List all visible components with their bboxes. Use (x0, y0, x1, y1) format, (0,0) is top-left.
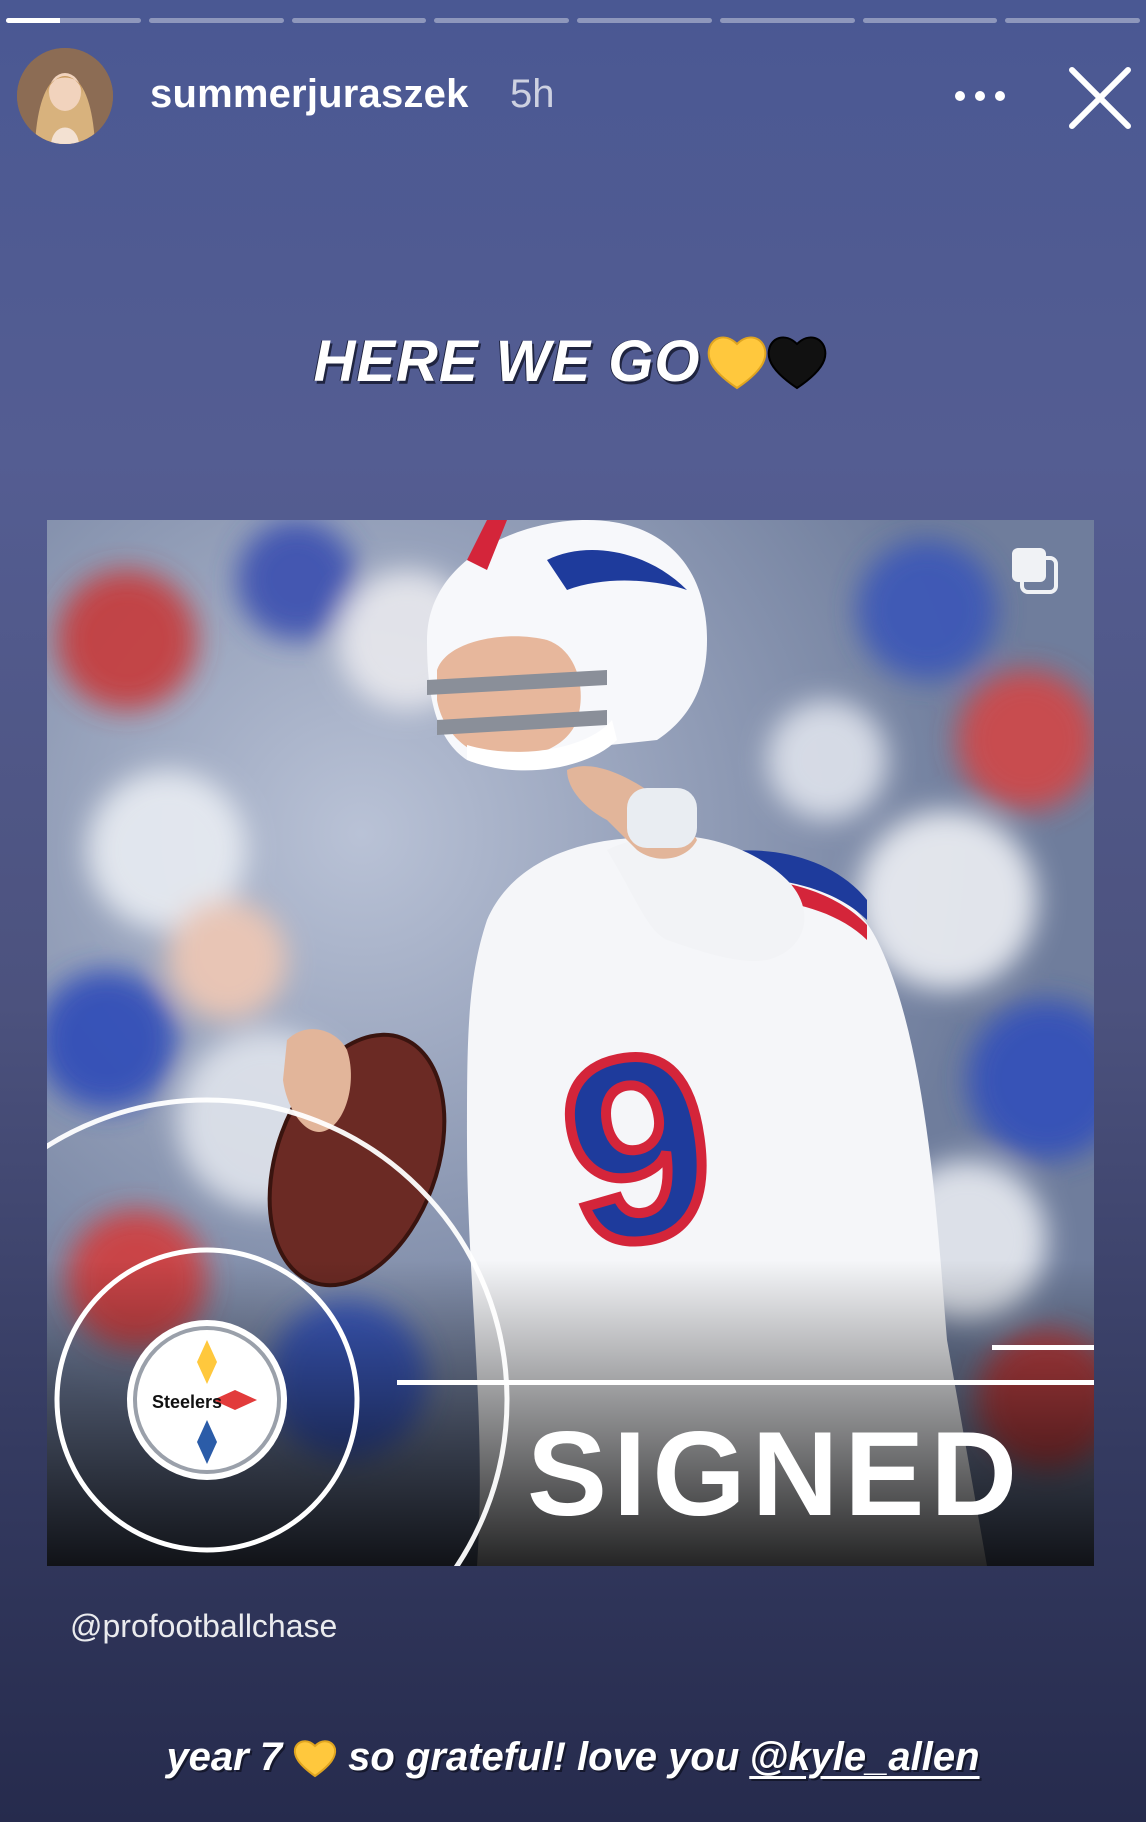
progress-segment (148, 18, 284, 23)
post-time: 5h (510, 72, 555, 116)
progress-segment (1005, 18, 1140, 23)
story-progress-bars (6, 18, 1140, 23)
steelers-logo-text: Steelers (152, 1392, 222, 1412)
profile-avatar[interactable] (17, 48, 113, 144)
progress-segment (862, 18, 998, 23)
yellow-heart-icon (707, 335, 766, 389)
shared-post-image[interactable]: 9 Steelers SIGNED (47, 520, 1094, 1566)
username[interactable]: summerjuraszek (150, 72, 469, 117)
progress-segment (6, 18, 141, 23)
caption-prefix: year 7 (166, 1735, 283, 1779)
mention-link[interactable]: @kyle_allen (749, 1735, 979, 1780)
close-button[interactable] (1064, 62, 1136, 134)
story-headline: HERE WE GO (0, 328, 1146, 395)
close-icon (1069, 67, 1131, 129)
progress-segment (577, 18, 712, 23)
progress-segment (434, 18, 569, 23)
progress-segment (291, 18, 427, 23)
post-credit[interactable]: @profootballchase (70, 1608, 337, 1645)
avatar-photo (17, 48, 113, 144)
progress-segment (719, 18, 855, 23)
player-photo: 9 Steelers SIGNED (47, 520, 1094, 1566)
black-heart-icon (767, 335, 826, 389)
caption-middle: so grateful! love you (348, 1735, 740, 1779)
story-caption: year 7 so grateful! love you @kyle_allen (0, 1735, 1146, 1780)
hearts-emoji (707, 335, 826, 389)
more-horizontal-icon (955, 91, 1005, 101)
more-options-button[interactable] (948, 74, 1012, 118)
headline-text: HERE WE GO (313, 329, 701, 394)
signed-banner-text: SIGNED (527, 1407, 1023, 1541)
yellow-heart-icon (293, 1739, 337, 1777)
